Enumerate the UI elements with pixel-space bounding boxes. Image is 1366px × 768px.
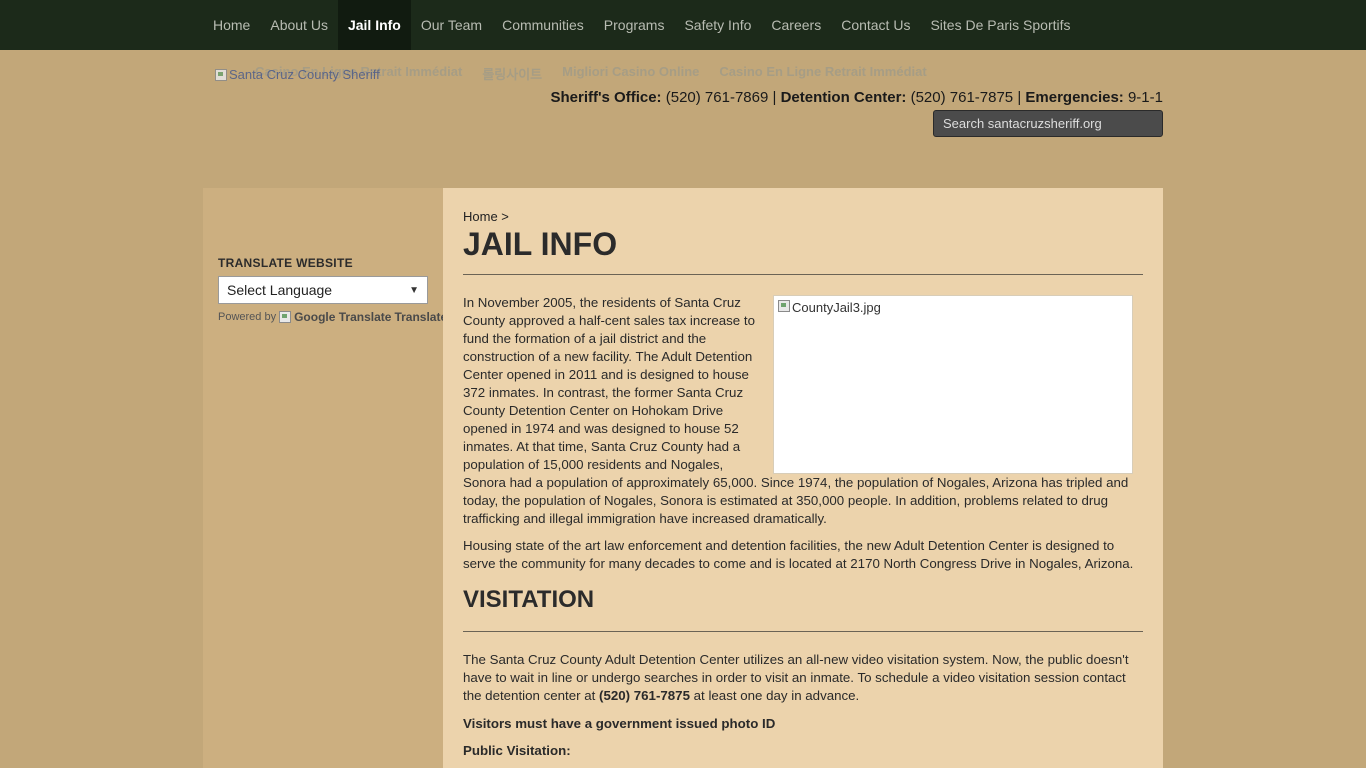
- visitation-paragraph: The Santa Cruz County Adult Detention Ce…: [463, 651, 1143, 705]
- google-logo-icon: [279, 311, 292, 323]
- emergency-label: Emergencies:: [1025, 89, 1124, 106]
- sheriff-phone: (520) 761-7869: [665, 89, 769, 106]
- powered-by-label: Powered by: [218, 311, 277, 323]
- nav-item-our-team[interactable]: Our Team: [411, 0, 492, 50]
- top-navigation: Home About Us Jail Info Our Team Communi…: [0, 0, 1366, 50]
- page-title: JAIL INFO: [463, 226, 618, 262]
- visitation-divider: [463, 631, 1143, 632]
- housing-paragraph: Housing state of the art law enforcement…: [463, 538, 1134, 571]
- separator: |: [1017, 89, 1022, 106]
- visitation-text-end: at least one day in advance.: [689, 688, 860, 703]
- nav-item-programs[interactable]: Programs: [594, 0, 675, 50]
- sheriff-label: Sheriff's Office:: [550, 89, 662, 106]
- sidebar: TRANSLATE WEBSITE Select Language ▼ Powe…: [203, 188, 447, 768]
- nav-item-sites-de-paris[interactable]: Sites De Paris Sportifs: [920, 0, 1080, 50]
- detention-label: Detention Center:: [780, 89, 907, 106]
- photo-id-note: Visitors must have a government issued p…: [463, 716, 776, 731]
- search-input[interactable]: Search santacruzsheriff.org: [933, 110, 1163, 137]
- ad-link[interactable]: Migliori Casino Online: [562, 64, 699, 83]
- emergency-phone: 9-1-1: [1127, 89, 1163, 106]
- main-content: Home > JAIL INFO CountyJail3.jpg In Nove…: [443, 188, 1163, 768]
- nav-item-careers[interactable]: Careers: [761, 0, 831, 50]
- contact-line: Sheriff's Office: (520) 761-7869 | Deten…: [550, 89, 1163, 106]
- nav-item-home[interactable]: Home: [203, 0, 260, 50]
- language-select[interactable]: Select Language ▼: [218, 276, 428, 304]
- intro-paragraph: In November 2005, the residents of Santa…: [463, 294, 1143, 528]
- nav-item-communities[interactable]: Communities: [492, 0, 594, 50]
- header-logo-row: Casino En Ligne Retrait Immédiat 롤링사이트 M…: [215, 64, 927, 83]
- separator: |: [772, 89, 777, 106]
- visitation-heading: VISITATION: [463, 586, 595, 613]
- nav-menu: Home About Us Jail Info Our Team Communi…: [203, 0, 1081, 50]
- site-logo[interactable]: Santa Cruz County Sheriff: [215, 67, 380, 82]
- public-visitation-label: Public Visitation:: [463, 743, 571, 758]
- visitation-phone: (520) 761-7875: [599, 688, 690, 703]
- nav-item-jail-info[interactable]: Jail Info: [337, 0, 411, 50]
- nav-item-contact-us[interactable]: Contact Us: [831, 0, 920, 50]
- nav-item-about-us[interactable]: About Us: [260, 0, 338, 50]
- detention-phone: (520) 761-7875: [910, 89, 1014, 106]
- chevron-down-icon: ▼: [409, 284, 419, 296]
- powered-by: Powered by Google Translate Translate: [218, 310, 447, 324]
- ad-link[interactable]: Casino En Ligne Retrait Immédiat: [719, 64, 926, 83]
- title-divider: [463, 274, 1143, 275]
- broken-image-icon: [215, 68, 227, 81]
- language-select-value: Select Language: [227, 282, 333, 298]
- ad-link[interactable]: 롤링사이트: [482, 64, 542, 83]
- google-translate-label: Google Translate: [294, 310, 392, 324]
- logo-alt-text: Santa Cruz County Sheriff: [229, 67, 380, 82]
- translate-link[interactable]: Translate: [394, 310, 447, 324]
- breadcrumb[interactable]: Home >: [463, 209, 509, 224]
- translate-title: TRANSLATE WEBSITE: [218, 256, 353, 270]
- nav-item-safety-info[interactable]: Safety Info: [674, 0, 761, 50]
